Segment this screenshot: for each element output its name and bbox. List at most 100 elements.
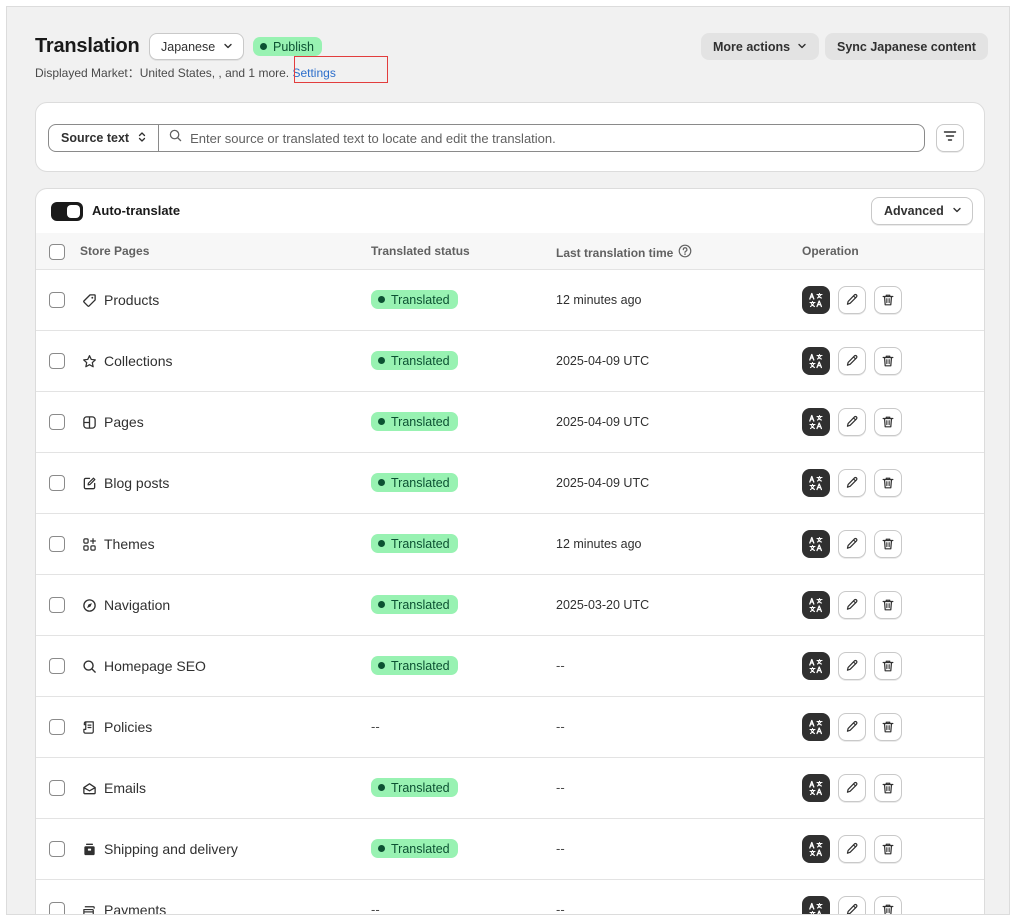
row-name[interactable]: Blog posts: [104, 475, 169, 491]
edit-button[interactable]: [838, 835, 866, 863]
row-name[interactable]: Collections: [104, 353, 172, 369]
edit-button[interactable]: [838, 347, 866, 375]
status-dot-icon: [378, 845, 385, 852]
translate-icon: [808, 658, 824, 674]
edit-button[interactable]: [838, 530, 866, 558]
column-header-time-label: Last translation time: [556, 245, 674, 260]
table-row: Homepage SEO Translated --: [36, 636, 984, 697]
search-field[interactable]: [159, 125, 924, 151]
trash-icon: [881, 720, 895, 734]
source-text-select[interactable]: Source text: [49, 125, 160, 151]
package-icon: [81, 841, 97, 857]
table-row: Navigation Translated 2025-03-20 UTC: [36, 575, 984, 636]
row-name[interactable]: Themes: [104, 536, 155, 552]
table-row: Blog posts Translated 2025-04-09 UTC: [36, 453, 984, 514]
delete-button[interactable]: [874, 835, 902, 863]
delete-button[interactable]: [874, 713, 902, 741]
search-group: Source text: [48, 124, 925, 152]
trash-icon: [881, 293, 895, 307]
translate-button[interactable]: [802, 591, 830, 619]
translate-button[interactable]: [802, 286, 830, 314]
table-row: Collections Translated 2025-04-09 UTC: [36, 331, 984, 392]
row-checkbox[interactable]: [49, 902, 65, 914]
delete-button[interactable]: [874, 774, 902, 802]
row-checkbox[interactable]: [49, 475, 65, 491]
status-label: Translated: [391, 414, 450, 429]
select-all-checkbox[interactable]: [49, 244, 65, 260]
translate-button[interactable]: [802, 469, 830, 497]
translate-button[interactable]: [802, 408, 830, 436]
translate-button[interactable]: [802, 835, 830, 863]
edit-button[interactable]: [838, 713, 866, 741]
highlight-box: [294, 56, 388, 83]
row-name[interactable]: Homepage SEO: [104, 658, 206, 674]
status-dot-icon: [378, 357, 385, 364]
table-row: Products Translated 12 minutes ago: [36, 270, 984, 331]
translate-button[interactable]: [802, 774, 830, 802]
filter-icon: [943, 129, 957, 147]
auto-translate-toggle[interactable]: [51, 202, 83, 221]
sync-label: Sync Japanese content: [837, 39, 976, 54]
table-row: Themes Translated 12 minutes ago: [36, 514, 984, 575]
row-checkbox[interactable]: [49, 719, 65, 735]
delete-button[interactable]: [874, 530, 902, 558]
sync-content-button[interactable]: Sync Japanese content: [825, 33, 988, 60]
row-checkbox[interactable]: [49, 597, 65, 613]
edit-button[interactable]: [838, 469, 866, 497]
translate-button[interactable]: [802, 713, 830, 741]
delete-button[interactable]: [874, 286, 902, 314]
status-label: Translated: [391, 292, 450, 307]
table-row: Pages Translated 2025-04-09 UTC: [36, 392, 984, 453]
edit-button[interactable]: [838, 774, 866, 802]
last-translation-time: 12 minutes ago: [556, 293, 642, 307]
more-actions-button[interactable]: More actions: [701, 33, 820, 60]
delete-button[interactable]: [874, 408, 902, 436]
row-name[interactable]: Shipping and delivery: [104, 841, 238, 857]
edit-button[interactable]: [838, 591, 866, 619]
edit-button[interactable]: [838, 652, 866, 680]
row-checkbox[interactable]: [49, 536, 65, 552]
edit-button[interactable]: [838, 408, 866, 436]
edit-button[interactable]: [838, 286, 866, 314]
delete-button[interactable]: [874, 469, 902, 497]
row-checkbox[interactable]: [49, 780, 65, 796]
trash-icon: [881, 537, 895, 551]
row-checkbox[interactable]: [49, 292, 65, 308]
status-badge: Translated: [371, 534, 458, 553]
page-title: Translation: [35, 35, 140, 57]
delete-button[interactable]: [874, 347, 902, 375]
market-text: Displayed Market：United States, , and 1 …: [35, 66, 293, 80]
last-translation-time: --: [556, 658, 565, 673]
row-name[interactable]: Payments: [104, 902, 166, 914]
row-checkbox[interactable]: [49, 414, 65, 430]
delete-button[interactable]: [874, 896, 902, 914]
search-input[interactable]: [190, 130, 924, 146]
advanced-button[interactable]: Advanced: [871, 197, 973, 225]
row-checkbox[interactable]: [49, 658, 65, 674]
row-name[interactable]: Products: [104, 292, 159, 308]
last-translation-time: --: [556, 902, 565, 915]
pencil-icon: [845, 476, 859, 490]
row-name[interactable]: Policies: [104, 719, 152, 735]
translate-button[interactable]: [802, 347, 830, 375]
row-checkbox[interactable]: [49, 353, 65, 369]
trash-icon: [881, 903, 895, 914]
last-translation-time: 2025-04-09 UTC: [556, 476, 650, 490]
language-select[interactable]: Japanese: [149, 33, 245, 60]
translate-button[interactable]: [802, 530, 830, 558]
table-header: Store Pages Translated status Last trans…: [36, 233, 984, 270]
row-name[interactable]: Navigation: [104, 597, 170, 613]
status-label: Translated: [391, 658, 450, 673]
filter-button[interactable]: [936, 124, 964, 152]
translate-button[interactable]: [802, 896, 830, 914]
delete-button[interactable]: [874, 652, 902, 680]
delete-button[interactable]: [874, 591, 902, 619]
edit-button[interactable]: [838, 896, 866, 914]
language-select-label: Japanese: [161, 39, 216, 54]
payment-icon: [81, 902, 97, 914]
translate-button[interactable]: [802, 652, 830, 680]
help-icon[interactable]: [678, 244, 692, 261]
row-name[interactable]: Pages: [104, 414, 144, 430]
row-name[interactable]: Emails: [104, 780, 146, 796]
row-checkbox[interactable]: [49, 841, 65, 857]
